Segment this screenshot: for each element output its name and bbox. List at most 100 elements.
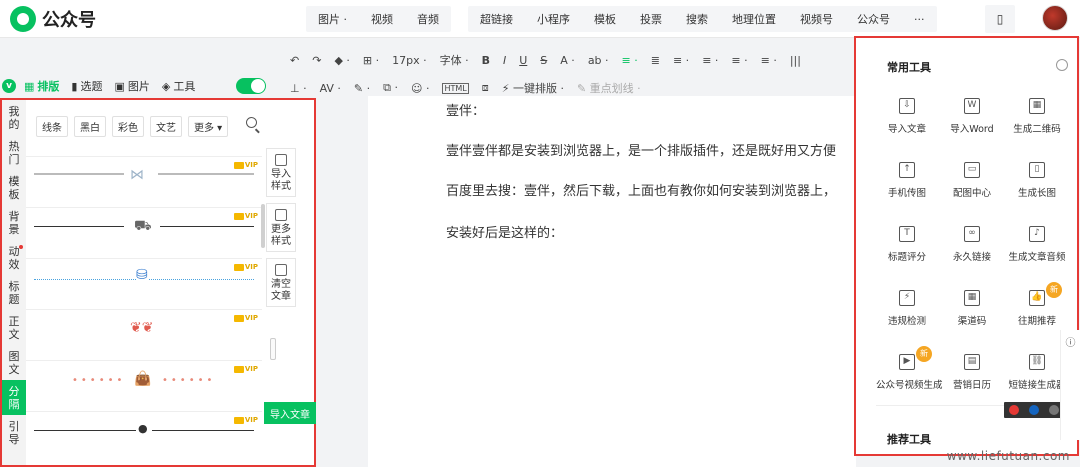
menu-vote[interactable]: 投票 (628, 11, 674, 27)
strikethrough-icon[interactable]: S (540, 54, 547, 67)
menu-channels[interactable]: 视频号 (788, 11, 845, 27)
filter-color[interactable]: 彩色 (112, 116, 144, 137)
category-image-text[interactable]: 图文 (2, 345, 26, 380)
tool-link[interactable]: ∞ 永久链接 (941, 224, 1003, 268)
search-icon[interactable] (246, 117, 257, 128)
top-bar: 公众号 图片 · 视频 音频 超链接 小程序 模板 投票 搜索 地理位置 视频号… (0, 0, 1080, 38)
tool-shield[interactable]: ⚡ 违规检测 (876, 288, 938, 332)
category-animation[interactable]: 动效 (2, 240, 26, 275)
divider-style-6[interactable]: VIP ● (26, 411, 262, 462)
category-mine[interactable]: 我的 (2, 100, 26, 135)
link-icon: ∞ (964, 226, 980, 242)
category-background[interactable]: 背景 (2, 205, 26, 240)
align-right-icon[interactable]: ≡ · (673, 54, 689, 67)
chart-icon[interactable]: ⧉ · (383, 81, 398, 95)
letter-spacing-icon[interactable]: ||| (790, 54, 801, 67)
align-left-icon[interactable]: ≡ · (622, 54, 638, 67)
tab-layout[interactable]: ▦ 排版 (24, 78, 59, 94)
menu-search[interactable]: 搜索 (674, 11, 720, 27)
tool-title-score[interactable]: T 标题评分 (876, 224, 938, 268)
line-height-icon[interactable]: ≡ · (702, 54, 718, 67)
filter-literary[interactable]: 文艺 (150, 116, 182, 137)
tool-word[interactable]: W 导入Word (941, 96, 1003, 140)
import-article-button[interactable]: 导入文章 (264, 402, 316, 424)
category-body[interactable]: 正文 (2, 310, 26, 345)
tab-topic[interactable]: ▮ 选题 (71, 78, 102, 94)
menu-hyperlink[interactable]: 超链接 (468, 11, 525, 27)
category-divider[interactable]: 分隔 (2, 380, 26, 415)
paragraph-spacing-icon[interactable]: ≡ · (731, 54, 747, 67)
undo-icon[interactable]: ↶ (290, 54, 299, 67)
tool-picture[interactable]: ▭ 配图中心 (941, 160, 1003, 204)
menu-miniprogram[interactable]: 小程序 (525, 11, 582, 27)
menu-official-account[interactable]: 公众号 (845, 11, 902, 27)
border-icon[interactable]: ⊥ · (290, 82, 307, 95)
filter-line[interactable]: 线条 (36, 116, 68, 137)
menu-template[interactable]: 模板 (582, 11, 628, 27)
divider-style-4[interactable]: VIP ❦❦ (26, 309, 262, 360)
redo-icon[interactable]: ↷ (312, 54, 321, 67)
tool-import[interactable]: ⇩ 导入文章 (876, 96, 938, 140)
emoji-icon[interactable]: ☺ · (411, 82, 429, 95)
category-guide[interactable]: 引导 (2, 415, 26, 450)
underline-icon[interactable]: U (519, 54, 527, 67)
editor-canvas[interactable]: 壹伴： 壹伴壹伴都是安装到浏览器上，是一个排版插件，还是既好用又方便 百度里去搜… (368, 96, 856, 467)
menu-image[interactable]: 图片 · (306, 11, 359, 27)
menu-audio[interactable]: 音频 (405, 11, 451, 27)
format-brush-icon[interactable]: ⊞ · (363, 54, 379, 67)
font-color-icon[interactable]: A · (560, 54, 575, 67)
tab-image[interactable]: ▣ 图片 (114, 78, 149, 94)
divider-style-3[interactable]: VIP ⛁ (26, 258, 262, 309)
tool-phone[interactable]: ↑ 手机传图 (876, 160, 938, 204)
one-click-layout-button[interactable]: ⚡ 一键排版 · (502, 80, 564, 96)
menu-more[interactable]: ··· (902, 13, 937, 26)
toolbox-icon[interactable]: ⧈ (482, 81, 489, 95)
magic-wand-icon[interactable]: ✎ · (354, 82, 370, 95)
tool-channel-qrcode[interactable]: ▦ 渠道码 (941, 288, 1003, 332)
align-center-icon[interactable]: ≣ (651, 54, 660, 67)
tool-calendar[interactable]: ▤ 营销日历 (941, 352, 1003, 396)
font-family-select[interactable]: 字体 · (440, 52, 469, 68)
vip-badge: VIP (233, 314, 258, 322)
indent-icon[interactable]: ≡ · (761, 54, 777, 67)
html-icon[interactable]: HTML (442, 82, 469, 94)
panel-toggle[interactable] (236, 78, 266, 94)
tool-long-image[interactable]: ▯ 生成长图 (1006, 160, 1068, 204)
category-title[interactable]: 标题 (2, 275, 26, 310)
tool-qrcode[interactable]: ▦ 生成二维码 (1006, 96, 1068, 140)
filter-more[interactable]: 更多 ▾ (188, 116, 229, 137)
ime-toolbar[interactable] (1004, 402, 1064, 418)
bold-icon[interactable]: B (482, 54, 490, 67)
menu-video[interactable]: 视频 (359, 11, 405, 27)
more-style-button[interactable]: 更多样式 (266, 203, 296, 252)
divider-style-5[interactable]: VIP •••••• 👜 •••••• (26, 360, 262, 411)
av-spacing-icon[interactable]: AV · (320, 82, 341, 95)
highlight-underline-button[interactable]: ✎ 重点划线 · (577, 80, 641, 96)
resize-handle[interactable] (270, 338, 276, 360)
menu-location[interactable]: 地理位置 (720, 11, 788, 27)
import-style-button[interactable]: 导入样式 (266, 148, 296, 197)
eraser-icon[interactable]: ◆ · (334, 54, 349, 67)
logo[interactable]: 公众号 (10, 6, 96, 32)
avatar[interactable] (1042, 5, 1068, 31)
tool-audio[interactable]: ♪ 生成文章音频 (1006, 224, 1068, 268)
category-template[interactable]: 模板 (2, 170, 26, 205)
clear-article-button[interactable]: 清空文章 (266, 258, 296, 307)
tool-video[interactable]: ▶ 公众号视频生成 新 (876, 346, 943, 396)
font-size-select[interactable]: 17px · (392, 54, 426, 67)
gear-icon[interactable] (1056, 59, 1068, 71)
tool-short-link[interactable]: ⛓ 短链接生成器 (1006, 352, 1068, 396)
italic-icon[interactable]: I (503, 54, 506, 67)
document-icon[interactable]: ▯ (985, 5, 1015, 33)
tab-tools[interactable]: ◈ 工具 (162, 78, 195, 94)
filter-bw[interactable]: 黑白 (74, 116, 106, 137)
logo-text: 公众号 (42, 10, 96, 31)
side-actions: 导入样式 更多样式 清空文章 (266, 148, 296, 313)
edge-panel[interactable]: ⓘ (1060, 330, 1080, 440)
divider-style-2[interactable]: VIP ⛟ (26, 207, 262, 258)
background-color-icon[interactable]: ab · (588, 54, 609, 67)
tool-thumb[interactable]: 👍 往期推荐 新 (1006, 282, 1068, 332)
divider-style-1[interactable]: VIP ⋈ (26, 156, 262, 207)
category-hot[interactable]: 热门 (2, 135, 26, 170)
style-list-scrollbar[interactable] (261, 204, 265, 248)
